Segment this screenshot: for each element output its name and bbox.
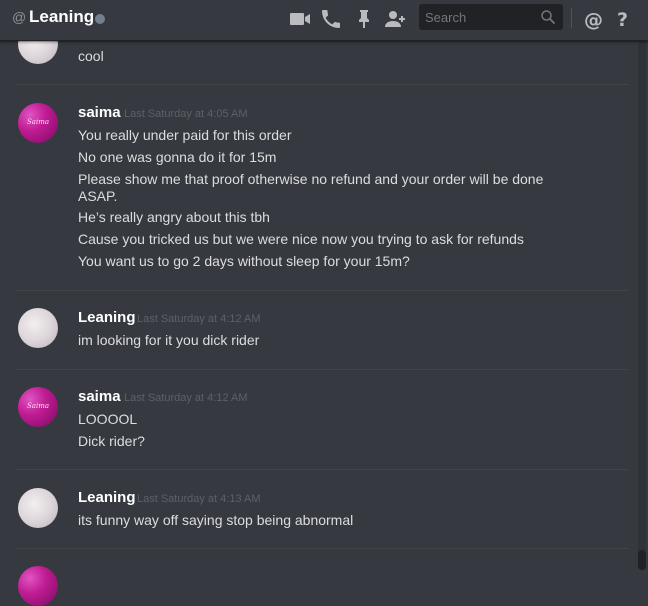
search-input[interactable]: Search	[419, 4, 563, 30]
message-text: Cause you tricked us but we were nice no…	[78, 231, 524, 247]
channel-title: Leaning	[29, 7, 95, 26]
scrollbar-track[interactable]	[638, 40, 646, 570]
message-text: its funny way off saying stop being abno…	[78, 512, 354, 528]
message-divider	[16, 84, 628, 85]
message-divider	[16, 548, 628, 549]
avatar[interactable]: Saima	[18, 103, 58, 143]
message-text: You really under paid for this order	[78, 127, 292, 143]
message-divider	[16, 369, 628, 370]
avatar[interactable]	[18, 308, 58, 348]
add-friend-icon[interactable]	[383, 7, 407, 31]
avatar[interactable]	[18, 488, 58, 528]
message-text: No one was gonna do it for 15m	[78, 149, 277, 165]
timestamp: Last Saturday at 4:12 AM	[137, 313, 261, 325]
search-icon	[539, 8, 557, 26]
avatar[interactable]: Saima	[18, 387, 58, 427]
timestamp: Last Saturday at 4:13 AM	[137, 493, 261, 505]
voice-call-icon[interactable]	[319, 7, 343, 31]
help-icon[interactable]: ?	[611, 7, 635, 31]
message-text: Dick rider?	[78, 433, 145, 449]
pinned-messages-icon[interactable]	[352, 7, 376, 31]
username[interactable]: Leaning	[78, 489, 136, 506]
avatar-label: Saima	[26, 118, 50, 126]
svg-text:@: @	[584, 9, 603, 31]
status-offline-icon	[95, 14, 105, 24]
search-placeholder: Search	[425, 10, 467, 25]
scrollbar-thumb[interactable]	[638, 550, 646, 570]
username[interactable]: saima	[78, 388, 121, 405]
at-icon: @	[12, 9, 27, 25]
timestamp: Last Saturday at 4:12 AM	[124, 392, 248, 404]
header-divider	[571, 8, 572, 28]
message-divider	[16, 469, 628, 470]
message-text: You want us to go 2 days without sleep f…	[78, 253, 410, 269]
svg-text:?: ?	[617, 9, 628, 31]
message-divider	[16, 290, 628, 291]
timestamp: Last Saturday at 4:05 AM	[124, 108, 248, 120]
channel-header: @ Leaning Search @ ?	[0, 0, 648, 41]
message-text: LOOOOL	[78, 411, 138, 427]
video-call-icon[interactable]	[288, 7, 312, 31]
avatar[interactable]	[18, 566, 58, 606]
message-text: im looking for it you dick rider	[78, 332, 260, 348]
avatar-label: Saima	[26, 402, 50, 410]
message-text: Please show me that proof otherwise no r…	[78, 171, 544, 204]
message-text: cool	[78, 48, 104, 64]
message-text: He’s really angry about this tbh	[78, 209, 270, 225]
username[interactable]: saima	[78, 104, 121, 121]
mentions-icon[interactable]: @	[581, 7, 605, 31]
username[interactable]: Leaning	[78, 309, 136, 326]
